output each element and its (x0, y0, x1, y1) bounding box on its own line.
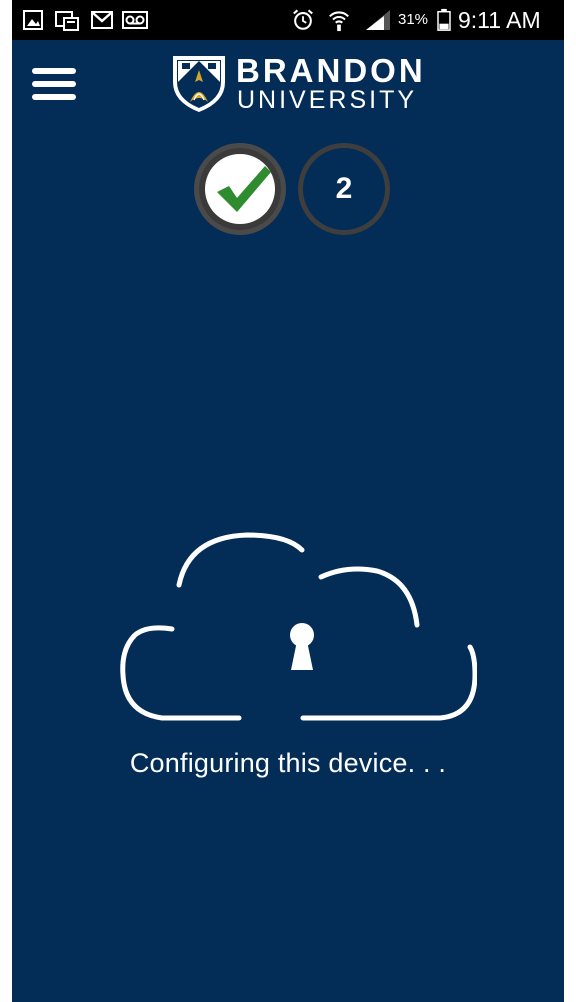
signal-icon (366, 10, 390, 30)
brandon-university-logo: BRANDON UNIVERSITY (170, 50, 423, 116)
step-2-current: 2 (298, 143, 390, 235)
screenshot-icon (55, 11, 79, 31)
battery-icon (437, 8, 451, 31)
logo-wordmark-line1: BRANDON (236, 52, 426, 89)
step-1-complete (194, 143, 286, 235)
battery-percentage: 31% (398, 11, 429, 28)
gallery-icon (23, 10, 43, 30)
logo-wordmark-line2: UNIVERSITY (237, 86, 418, 114)
status-message: Configuring this device. . . (129, 748, 447, 778)
status-time: 9:11 AM (458, 7, 541, 33)
status-bar: 31% 9:11 AM (12, 0, 564, 40)
wifi-icon (329, 11, 349, 32)
checkmark-icon (217, 166, 271, 212)
cloud-lock-icon (120, 532, 477, 721)
app-screen: 31% 9:11 AM BRANDON UNIVERSITY 2 Configu… (12, 0, 564, 1002)
alarm-icon (293, 9, 313, 30)
gmail-icon (91, 11, 113, 29)
brandon-crest-icon (173, 56, 225, 112)
voicemail-icon (122, 11, 148, 29)
hamburger-menu-icon[interactable] (28, 64, 80, 104)
step-2-number: 2 (335, 172, 353, 205)
